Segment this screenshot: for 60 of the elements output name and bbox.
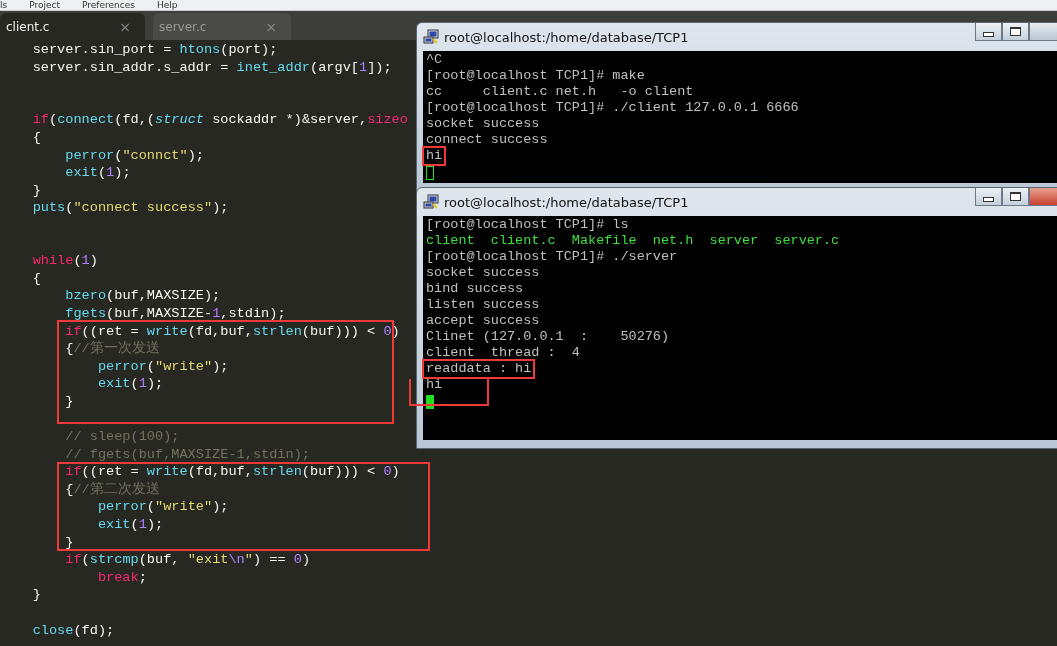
terminal-line: bind success: [426, 283, 524, 295]
terminal-line: client thread : 4: [426, 347, 580, 359]
code-line: perror("write");: [96, 357, 229, 376]
code-line: exit(1);: [96, 375, 164, 393]
code-line: {: [31, 269, 41, 288]
code-line: server.sin_port = htons(port);: [31, 41, 278, 59]
menu-item[interactable]: Project: [29, 0, 60, 10]
computer-icon[interactable]: [423, 194, 439, 210]
code-line: if(connect(fd,(struct sockaddr *)&server,sizeo: [31, 111, 408, 129]
maximize-button[interactable]: [1002, 188, 1029, 206]
code-line: fgets(buf,MAXSIZE-1,stdin);: [64, 304, 286, 323]
code-line: }: [64, 533, 74, 552]
computer-icon[interactable]: [423, 29, 439, 45]
terminal-line: hi: [426, 379, 443, 391]
menu-item[interactable]: Preferences: [82, 0, 135, 10]
terminal-line: listen success: [426, 299, 540, 311]
code-line: close(fd);: [31, 621, 115, 640]
terminal-line: socket success: [426, 118, 540, 130]
maximize-button[interactable]: [1002, 23, 1029, 41]
code-line: bzero(buf,MAXSIZE);: [64, 287, 221, 305]
minimize-button[interactable]: [975, 23, 1002, 41]
code-line: puts("connect success");: [31, 199, 229, 217]
terminal-line: ^C: [426, 54, 443, 66]
code-line: // fgets(buf,MAXSIZE-1,stdin);: [64, 445, 310, 464]
code-line: if((ret = write(fd,buf,strlen(buf))) < 0): [64, 322, 400, 341]
code-line: }: [31, 586, 41, 604]
code-line: exit(1);: [96, 516, 164, 534]
code-line: if((ret = write(fd,buf,strlen(buf))) < 0): [64, 463, 400, 481]
file-tab[interactable]: client.c ×: [0, 13, 145, 40]
window-title: root@localhost:/home/database/TCP1: [444, 29, 689, 45]
code-line: }: [64, 392, 74, 411]
terminal-line: Clinet (127.0.0.1 : 50276): [426, 331, 670, 343]
minimize-button[interactable]: [975, 188, 1002, 206]
terminal-line: socket success: [426, 267, 540, 279]
terminal-line: client client.c Makefile net.h server server.c: [426, 235, 840, 247]
code-line: }: [31, 181, 41, 200]
window-title: root@localhost:/home/database/TCP1: [444, 194, 689, 210]
terminal-line: connect success: [426, 134, 548, 146]
terminal-line: cc client.c net.h -o client: [426, 86, 694, 98]
code-line: if(strcmp(buf, "exit\n") == 0): [64, 551, 311, 569]
menu-item[interactable]: Help: [156, 0, 178, 10]
terminal-line: [root@localhost TCP1]# make: [426, 70, 645, 82]
code-line: {//第二次发送: [64, 480, 160, 499]
text-cursor: [426, 395, 434, 409]
code-line: {: [31, 128, 41, 147]
code-line: while(1): [31, 252, 98, 270]
close-icon[interactable]: ×: [119, 18, 131, 35]
code-line: perror("write");: [96, 498, 229, 517]
text-cursor: [426, 166, 434, 180]
code-line: exit(1);: [64, 164, 131, 182]
terminal-line: [root@localhost TCP1]# ls: [426, 219, 629, 231]
terminal-line: [root@localhost TCP1]# ./server: [426, 251, 678, 263]
code-line: server.sin_addr.s_addr = inet_addr(argv[1]);: [31, 58, 392, 77]
code-line: break;: [96, 568, 147, 587]
code-line: perror("connct");: [64, 146, 204, 165]
menu-item[interactable]: ls: [0, 0, 8, 10]
terminal-line: accept success: [426, 315, 540, 327]
code-line: // sleep(100);: [64, 428, 180, 446]
terminal-line: [root@localhost TCP1]# ./client 127.0.0.1 6666: [426, 102, 799, 114]
code-line: {//第一次发送: [64, 340, 160, 358]
